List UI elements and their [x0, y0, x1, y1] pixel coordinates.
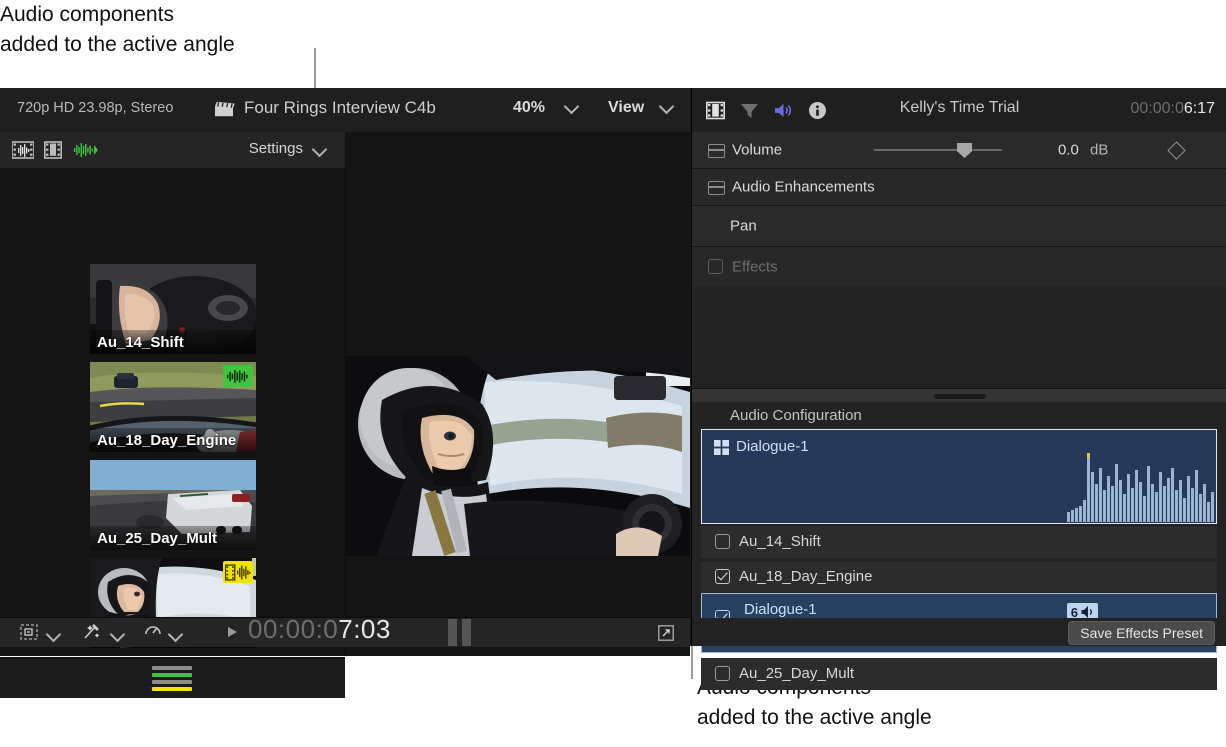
angle-bar-4 — [152, 687, 192, 691]
angle-caption: Au_25_Day_Mult — [90, 526, 256, 550]
audio-enhancements-label: Audio Enhancements — [732, 179, 875, 196]
active-clip-dialogue-1[interactable]: Dialogue-1 — [701, 429, 1217, 524]
pause-icon[interactable] — [448, 619, 476, 646]
audio-inspector: Kelly's Time Trial 00:00:06:17 Volume 0.… — [691, 88, 1226, 646]
main-viewer[interactable] — [346, 168, 690, 656]
effects-label: Effects — [732, 259, 778, 276]
viewer-transport-bar: 00:00:07:03 — [0, 617, 690, 647]
audio-only-icon[interactable] — [74, 142, 98, 158]
effects-checkbox[interactable] — [708, 259, 723, 274]
zoom-level-button[interactable]: 40% — [513, 99, 545, 117]
divider-grip — [934, 394, 986, 399]
retime-icon[interactable] — [144, 623, 162, 641]
angle-tile-au-25-day-mult[interactable]: Au_25_Day_Mult — [90, 460, 256, 550]
angle-name: Au_18_Day_Engine — [97, 432, 236, 449]
volume-keyframe-button[interactable] — [1167, 141, 1185, 159]
angle-viewer-pane: 720p HD 23.98p, Stereo Four Rings Interv… — [0, 88, 690, 646]
component-row-au-18-day-engine[interactable]: Au_18_Day_Engine — [701, 562, 1217, 592]
inspector-header: Kelly's Time Trial 00:00:06:17 — [692, 88, 1226, 132]
angle-settings-toolbar: Settings — [0, 132, 345, 169]
component-checkbox[interactable] — [715, 569, 730, 584]
audio-waveform-badge — [223, 365, 253, 387]
component-name: Dialogue-1 — [744, 601, 817, 618]
component-name: Au_18_Day_Engine — [739, 568, 872, 585]
video-only-icon[interactable] — [44, 141, 62, 159]
volume-value[interactable]: 0.0 dB — [1058, 142, 1108, 159]
volume-slider-knob[interactable] — [957, 143, 972, 158]
volume-label: Volume — [732, 142, 782, 159]
effects-row[interactable]: Effects — [692, 247, 1226, 287]
inspector-timecode-hi: 6:17 — [1184, 100, 1215, 117]
angle-name: Au_25_Day_Mult — [97, 530, 217, 547]
angle-bar-1 — [152, 666, 192, 670]
angle-caption: Au_14_Shift — [90, 330, 256, 354]
volume-slider-track[interactable] — [874, 149, 1002, 151]
audio-configuration-label: Audio Configuration — [730, 407, 862, 424]
pan-row[interactable]: Pan — [692, 206, 1226, 247]
video-audio-badge — [223, 561, 253, 583]
component-name: Au_25_Day_Mult — [739, 665, 854, 682]
component-name: Au_14_Shift — [739, 533, 821, 550]
pan-label: Pan — [730, 218, 757, 235]
crop-chevron-down-icon[interactable] — [46, 627, 62, 643]
transport-timecode[interactable]: 00:00:07:03 — [248, 614, 391, 645]
retime-chevron-down-icon[interactable] — [168, 627, 184, 643]
transform-chevron-down-icon[interactable] — [110, 627, 126, 643]
component-checkbox[interactable] — [715, 534, 730, 549]
video-audio-icon[interactable] — [12, 141, 34, 159]
view-chevron-down-icon[interactable] — [659, 99, 675, 115]
volume-disclosure-icon[interactable] — [708, 144, 725, 158]
volume-row[interactable]: Volume 0.0 dB — [692, 132, 1226, 169]
settings-chevron-down-icon[interactable] — [312, 142, 328, 158]
play-icon[interactable] — [228, 627, 237, 637]
audio-enhancements-row[interactable]: Audio Enhancements — [692, 169, 1226, 206]
transform-icon[interactable] — [82, 623, 102, 641]
angle-color-bars[interactable] — [152, 666, 192, 694]
audio-configuration-header: Audio Configuration — [692, 402, 1226, 430]
angle-bar-3 — [152, 680, 192, 684]
angle-list: Au_14_Shift — [0, 168, 346, 656]
inspector-timecode-dim: 00:00:0 — [1130, 100, 1183, 117]
angle-tile-au-14-shift[interactable]: Au_14_Shift — [90, 264, 256, 354]
component-row-au-14-shift[interactable]: Au_14_Shift — [701, 526, 1217, 558]
clapper-icon — [213, 100, 235, 118]
viewer-frame — [346, 356, 690, 556]
angle-tile-au-18-day-engine[interactable]: Au_18_Day_Engine — [90, 362, 256, 452]
preset-bar: Save Effects Preset — [692, 618, 1226, 646]
timecode-hi: 7:03 — [338, 614, 391, 644]
timecode-dim: 00:00:0 — [248, 614, 338, 644]
viewer-image — [346, 356, 690, 556]
component-row-au-25-day-mult[interactable]: Au_25_Day_Mult — [701, 658, 1217, 690]
expand-icon[interactable] — [658, 625, 674, 641]
audio-enhancements-disclosure-icon[interactable] — [708, 181, 725, 195]
crop-icon[interactable] — [20, 623, 38, 641]
volume-number: 0.0 — [1058, 142, 1079, 159]
inspector-timecode: 00:00:06:17 — [1130, 100, 1215, 118]
active-clip-name: Dialogue-1 — [736, 438, 809, 455]
angle-name: Au_14_Shift — [97, 334, 184, 351]
zoom-chevron-down-icon[interactable] — [564, 99, 580, 115]
clip-waveform — [1065, 450, 1215, 522]
app-window: 720p HD 23.98p, Stereo Four Rings Interv… — [0, 88, 1226, 646]
speaker-icon — [1081, 606, 1094, 618]
settings-menu-button[interactable]: Settings — [249, 140, 303, 157]
angle-strip-footer — [0, 657, 345, 698]
angle-viewer-titlebar: 720p HD 23.98p, Stereo Four Rings Interv… — [0, 88, 690, 132]
view-menu-button[interactable]: View — [608, 99, 644, 117]
component-checkbox[interactable] — [715, 666, 730, 681]
angle-bar-2 — [152, 673, 192, 677]
channel-grid-icon — [714, 440, 729, 455]
volume-unit: dB — [1090, 142, 1108, 159]
angle-caption: Au_18_Day_Engine — [90, 428, 256, 452]
format-label: 720p HD 23.98p, Stereo — [17, 100, 173, 116]
save-effects-preset-button[interactable]: Save Effects Preset — [1068, 621, 1215, 645]
callout-top-text: Audio components added to the active ang… — [0, 0, 235, 60]
project-title: Four Rings Interview C4b — [244, 98, 436, 118]
